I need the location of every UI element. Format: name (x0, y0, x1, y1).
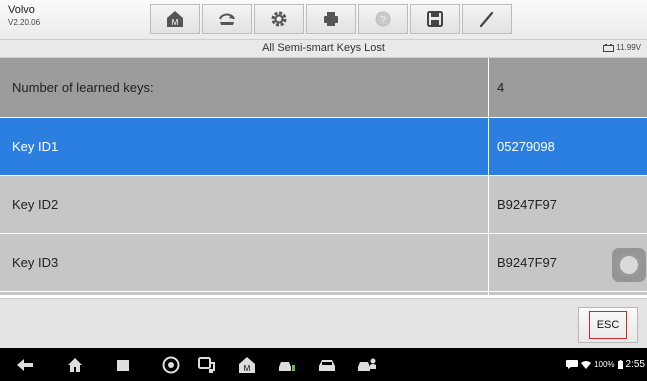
settings-button[interactable] (254, 4, 304, 34)
esc-label: ESC (588, 311, 628, 339)
page-title: All Semi-smart Keys Lost (262, 42, 385, 54)
assistive-touch-button[interactable] (612, 248, 646, 282)
home-nav-button[interactable] (64, 354, 86, 376)
message-icon (566, 360, 579, 369)
svg-text:M: M (244, 364, 251, 373)
vehicle-battery-icon (603, 43, 615, 52)
back-button[interactable] (14, 354, 36, 376)
row-value: B9247F97 (497, 255, 557, 270)
home-button[interactable]: M (150, 4, 200, 34)
save-icon (427, 11, 443, 27)
software-version: V2.20.06 (8, 18, 41, 27)
row-label: Key ID3 (12, 255, 59, 270)
chrome-icon (162, 356, 180, 374)
back-arrow-icon (17, 359, 33, 371)
voltage-value: 11.99V (616, 43, 641, 52)
house-icon (68, 358, 82, 372)
vehicle-button[interactable] (316, 354, 338, 376)
table-row: Number of learned keys: 4 (0, 58, 647, 118)
row-value: 4 (497, 80, 505, 95)
svg-text:M: M (172, 18, 179, 27)
column-divider (488, 176, 489, 233)
esc-button[interactable]: ESC (578, 307, 638, 343)
row-value: B9247F97 (497, 197, 557, 212)
car-icon (319, 360, 335, 371)
diagnostics-home-button[interactable]: M (236, 354, 258, 376)
vehicle-info: Volvo V2.20.06 (8, 5, 40, 27)
assistive-touch-icon (617, 253, 641, 277)
recent-apps-button[interactable] (112, 354, 134, 376)
row-label: Key ID2 (12, 197, 59, 212)
column-divider (488, 292, 489, 295)
print-button[interactable] (306, 4, 356, 34)
column-divider (488, 58, 489, 117)
gear-icon (271, 11, 287, 27)
help-button[interactable]: ? (358, 4, 408, 34)
save-button[interactable] (410, 4, 460, 34)
column-divider (488, 234, 489, 291)
browser-button[interactable] (160, 354, 182, 376)
svg-text:?: ? (380, 15, 386, 26)
system-status: 100% 2:55 (566, 348, 647, 381)
wifi-icon (581, 361, 592, 369)
row-label: Key ID1 (12, 139, 59, 154)
vci-button[interactable] (196, 354, 218, 376)
help-icon: ? (375, 11, 391, 27)
column-divider (488, 118, 489, 175)
table-row[interactable]: Key ID1 05279098 (0, 118, 647, 176)
vehicle-make: Volvo (8, 4, 35, 16)
system-nav-bar: M 100% 2:55 (0, 348, 647, 381)
function-title-bar: All Semi-smart Keys Lost 11.99V (0, 40, 647, 58)
car-diagnostic-icon (279, 362, 295, 371)
remote-expert-button[interactable] (356, 354, 378, 376)
pen-icon (479, 11, 494, 28)
table-row-partial (0, 292, 647, 296)
edit-button[interactable] (462, 4, 512, 34)
quick-diagnostics-button[interactable] (276, 354, 298, 376)
maxisys-home-icon: M (239, 357, 255, 373)
table-row[interactable]: Key ID2 B9247F97 (0, 176, 647, 234)
top-toolbar: Volvo V2.20.06 M ? (0, 0, 647, 40)
battery-percent: 100% (594, 360, 615, 369)
row-value: 05279098 (497, 139, 555, 154)
vehicle-swap-button[interactable] (202, 4, 252, 34)
car-user-icon (358, 358, 376, 371)
home-icon: M (167, 11, 183, 27)
row-label: Number of learned keys: (12, 80, 154, 95)
recent-apps-icon (117, 360, 129, 371)
key-data-table: Number of learned keys: 4 Key ID1 052790… (0, 58, 647, 296)
vci-connector-icon (198, 357, 215, 373)
printer-icon (324, 12, 338, 26)
clock: 2:55 (625, 359, 645, 370)
bottom-action-bar: ESC (0, 298, 647, 348)
car-swap-icon (219, 13, 235, 25)
table-row[interactable]: Key ID3 B9247F97 (0, 234, 647, 292)
battery-icon (617, 360, 623, 369)
battery-voltage: 11.99V (603, 43, 641, 52)
